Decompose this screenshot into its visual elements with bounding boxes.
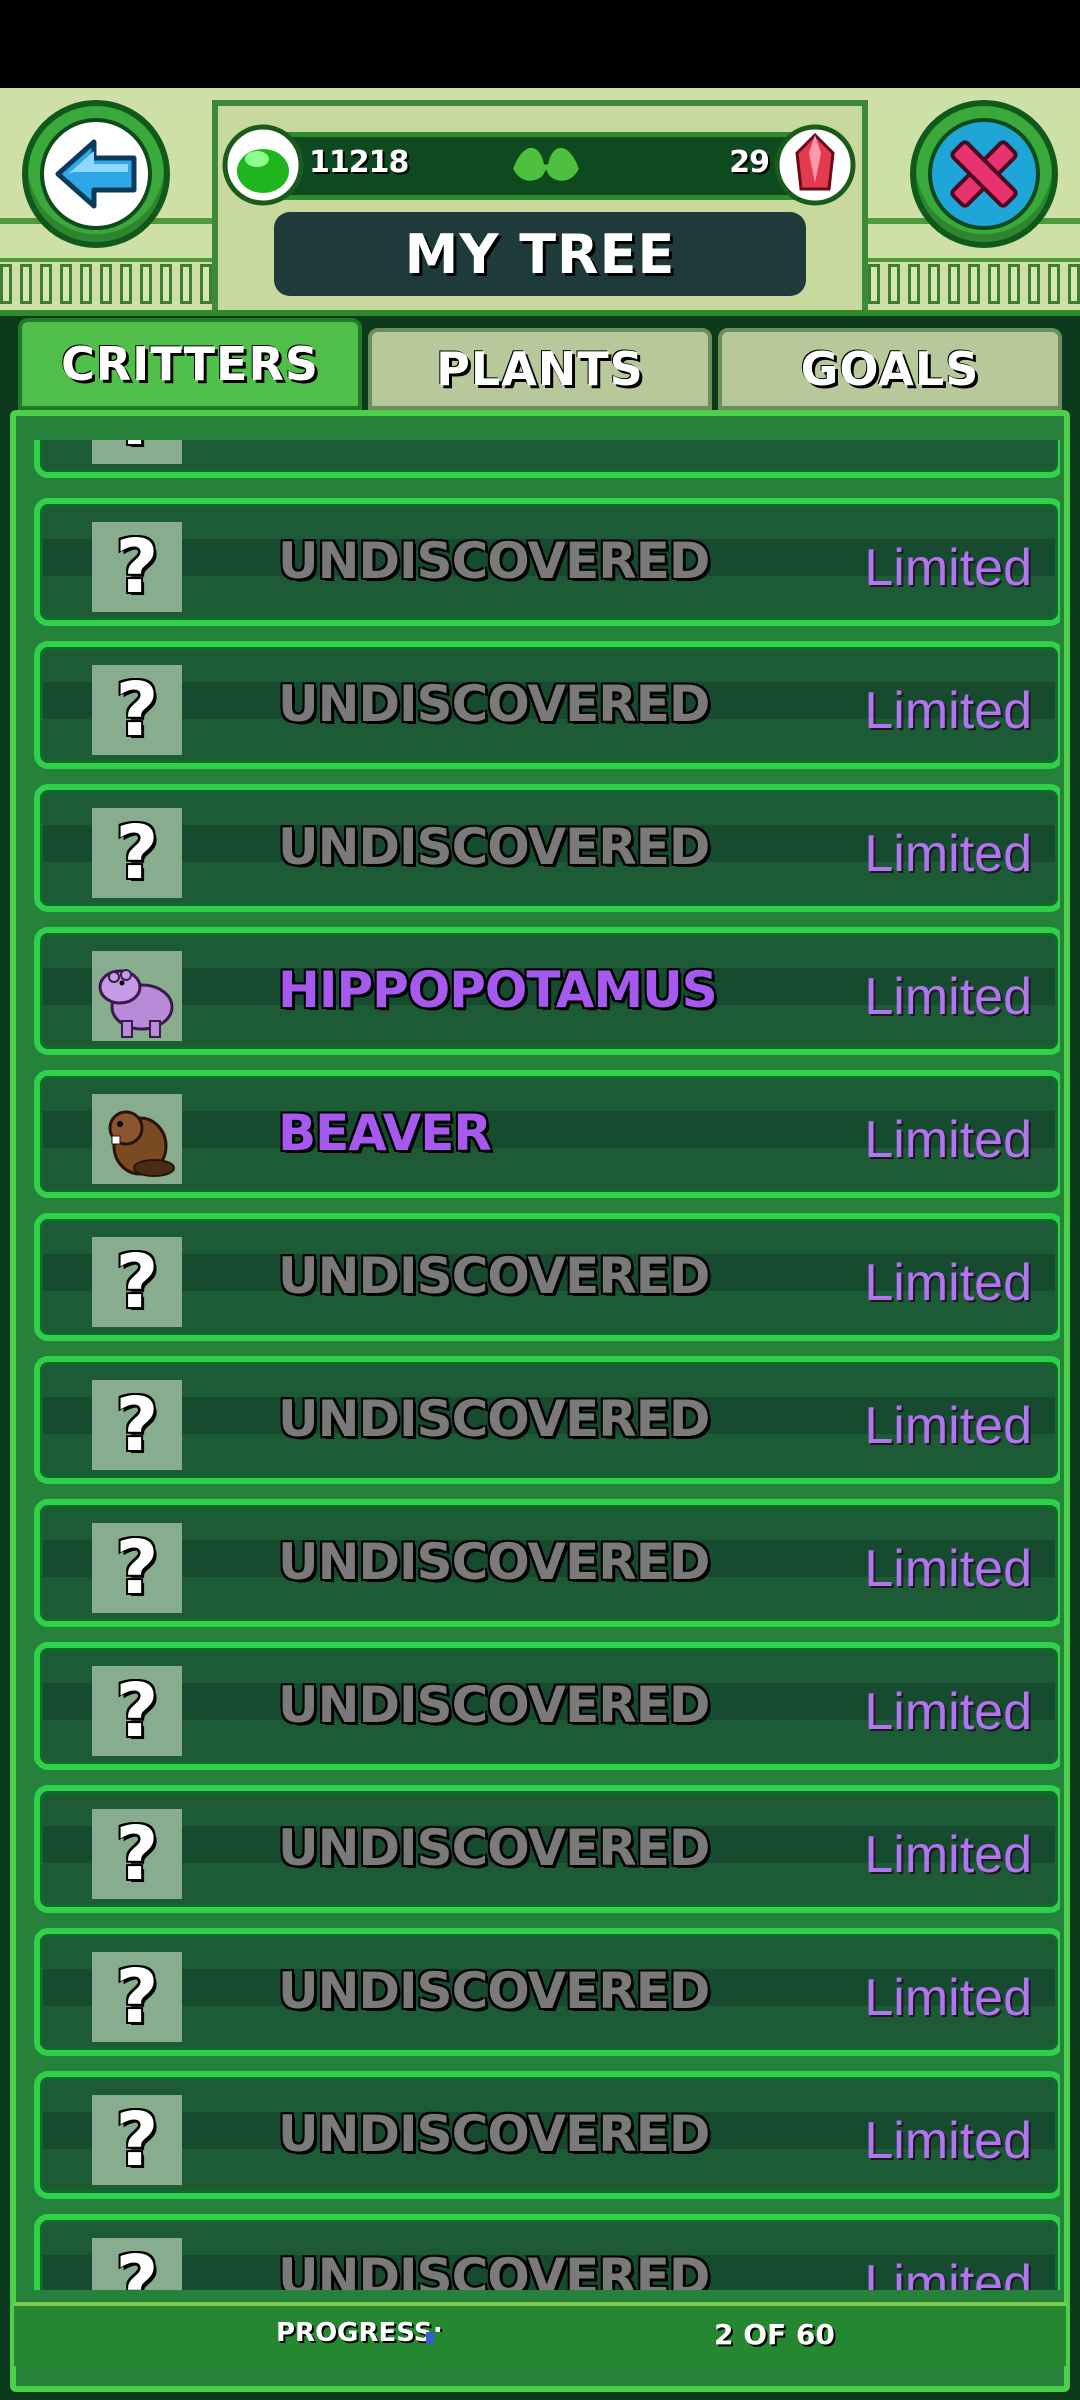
availability-label: Limited	[864, 2255, 1032, 2290]
close-icon	[928, 118, 1040, 230]
critter-name: UNDISCOVERED	[278, 1247, 710, 1305]
currency-bar: 11218 29	[222, 124, 856, 206]
availability-label: Limited	[864, 968, 1032, 1026]
critter-name: UNDISCOVERED	[278, 2248, 710, 2290]
question-mark-icon: ?	[92, 1952, 182, 2042]
leaf-ornament-icon	[508, 143, 584, 185]
critter-name: UNDISCOVERED	[278, 1676, 710, 1734]
availability-label: Limited	[864, 1683, 1032, 1741]
tab-plants[interactable]: PLANTS	[368, 328, 712, 410]
list-item[interactable]: ? UNDISCOVERED Limited	[34, 784, 1060, 912]
progress-fill	[426, 2332, 434, 2344]
gem-currency-value: 29	[729, 145, 770, 180]
header: 11218 29 MY TREE	[0, 88, 1080, 316]
question-mark-icon: ?	[92, 440, 182, 464]
question-mark-icon: ?	[92, 2238, 182, 2290]
critter-name: UNDISCOVERED	[278, 2105, 710, 2163]
question-mark-icon: ?	[92, 1237, 182, 1327]
status-bar	[0, 0, 1080, 88]
list-item[interactable]: ? UNDISCOVERED Limited	[34, 1928, 1060, 2056]
list-item[interactable]: ? UNDISCOVERED Limited	[34, 2071, 1060, 2199]
green-currency-value: 11218	[309, 145, 409, 180]
availability-label: Limited	[864, 1969, 1032, 2027]
header-railing-left	[0, 264, 212, 304]
critter-name: UNDISCOVERED	[278, 1819, 710, 1877]
back-arrow-icon	[40, 118, 152, 230]
critter-list[interactable]: ? ? UNDISCOVERED Limited? UNDISCOVERED Limit…	[20, 440, 1060, 2290]
question-mark-icon: ?	[92, 1523, 182, 1613]
tab-bar: CRITTERS PLANTS GOALS	[18, 318, 1062, 410]
list-item[interactable]: ? UNDISCOVERED Limited	[34, 1642, 1060, 1770]
question-mark-icon: ?	[92, 2095, 182, 2185]
progress-label: PROGRESS:	[276, 2318, 443, 2348]
list-item[interactable]: ? UNDISCOVERED Limited	[34, 641, 1060, 769]
tab-goals[interactable]: GOALS	[718, 328, 1062, 410]
availability-label: Limited	[864, 1397, 1032, 1455]
availability-label: Limited	[864, 1826, 1032, 1884]
hippopotamus-icon	[92, 951, 182, 1041]
beaver-icon	[92, 1094, 182, 1184]
back-button[interactable]	[22, 100, 170, 248]
critter-name: UNDISCOVERED	[278, 675, 710, 733]
list-item[interactable]: ? UNDISCOVERED Limited	[34, 1213, 1060, 1341]
tab-critters[interactable]: CRITTERS	[18, 318, 362, 410]
question-mark-icon: ?	[92, 665, 182, 755]
list-item[interactable]: ? UNDISCOVERED Limited	[34, 2214, 1060, 2290]
critter-name: UNDISCOVERED	[278, 1390, 710, 1448]
list-item[interactable]: ? UNDISCOVERED Limited	[34, 1499, 1060, 1627]
availability-label: Limited	[864, 1254, 1032, 1312]
availability-label: Limited	[864, 825, 1032, 883]
availability-label: Limited	[864, 682, 1032, 740]
list-item[interactable]: ? UNDISCOVERED Limited	[34, 1785, 1060, 1913]
list-item[interactable]: ?	[34, 440, 1060, 478]
list-item[interactable]: ? UNDISCOVERED Limited	[34, 1356, 1060, 1484]
header-railing-right	[868, 264, 1080, 304]
availability-label: Limited	[864, 1111, 1032, 1169]
question-mark-icon: ?	[92, 808, 182, 898]
progress-bar: PROGRESS: 2 OF 60	[14, 2302, 1066, 2366]
question-mark-icon: ?	[92, 522, 182, 612]
availability-label: Limited	[864, 2112, 1032, 2170]
critter-name: HIPPOPOTAMUS	[278, 961, 718, 1019]
availability-label: Limited	[864, 539, 1032, 597]
list-item[interactable]: HIPPOPOTAMUS Limited	[34, 927, 1060, 1055]
progress-count: 2 OF 60	[714, 2318, 835, 2351]
green-gem-icon	[222, 124, 304, 206]
critter-name: UNDISCOVERED	[278, 1533, 710, 1591]
question-mark-icon: ?	[92, 1380, 182, 1470]
critter-name: UNDISCOVERED	[278, 818, 710, 876]
list-item[interactable]: BEAVER Limited	[34, 1070, 1060, 1198]
red-crystal-icon	[774, 124, 856, 206]
question-mark-icon: ?	[92, 1809, 182, 1899]
critter-name: BEAVER	[278, 1104, 492, 1162]
list-item[interactable]: ? UNDISCOVERED Limited	[34, 498, 1060, 626]
question-mark-icon: ?	[92, 1666, 182, 1756]
progress-track	[426, 2332, 686, 2344]
critter-name: UNDISCOVERED	[278, 1962, 710, 2020]
critter-name: UNDISCOVERED	[278, 532, 710, 590]
close-button[interactable]	[910, 100, 1058, 248]
page-title: MY TREE	[274, 212, 806, 296]
availability-label: Limited	[864, 1540, 1032, 1598]
